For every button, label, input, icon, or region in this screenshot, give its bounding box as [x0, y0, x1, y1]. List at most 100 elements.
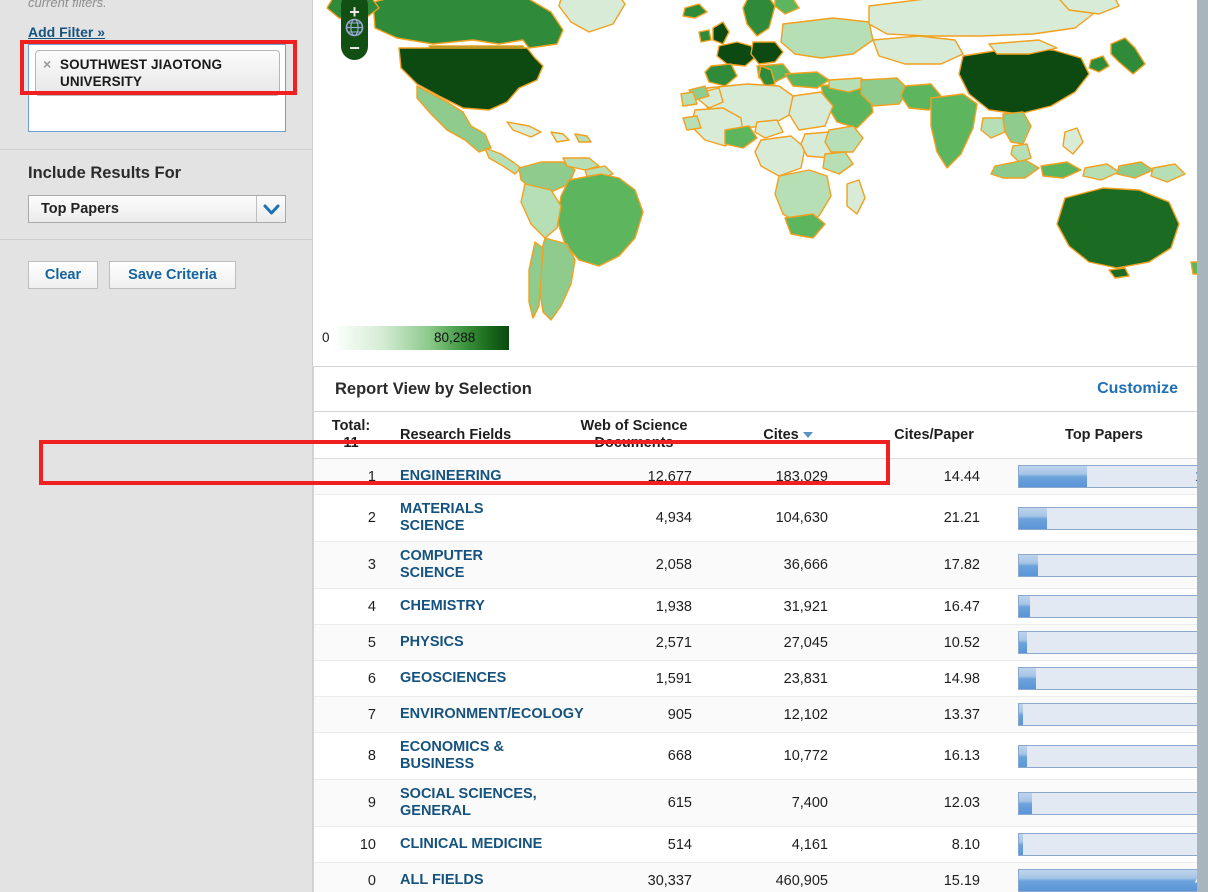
legend-max-label: 80,288 [434, 330, 475, 345]
cell-top-papers: 6 [1010, 697, 1197, 733]
legend-min-label: 0 [322, 330, 330, 345]
research-field-link[interactable]: CHEMISTRY [400, 598, 485, 614]
cell-rank: 3 [314, 542, 388, 589]
research-field-link[interactable]: MATERIALS SCIENCE [400, 501, 484, 534]
globe-icon[interactable] [345, 18, 364, 37]
research-field-link[interactable]: GEOSCIENCES [400, 670, 506, 686]
research-fields-table: Total: 11 Research Fields Web of Science… [314, 412, 1197, 892]
top-papers-bar: 15 [1018, 631, 1197, 654]
clear-button[interactable]: Clear [28, 261, 98, 289]
cell-research-field[interactable]: ENGINEERING [388, 459, 550, 495]
research-field-link[interactable]: ENVIRONMENT/ECOLOGY [400, 706, 584, 722]
cites-label: Cites [763, 427, 798, 443]
cell-top-papers: 27 [1010, 780, 1197, 827]
cell-wos-documents: 2,058 [550, 542, 718, 589]
table-row[interactable]: 7ENVIRONMENT/ECOLOGY90512,10213.376 [314, 697, 1197, 733]
column-header-research-fields[interactable]: Research Fields [388, 412, 550, 459]
close-icon[interactable]: × [43, 57, 51, 71]
save-criteria-button[interactable]: Save Criteria [109, 261, 236, 289]
map-color-legend [333, 326, 509, 350]
top-papers-bar-fill [1019, 704, 1023, 725]
cell-wos-documents: 12,677 [550, 459, 718, 495]
research-field-link[interactable]: ENGINEERING [400, 468, 502, 484]
research-field-link[interactable]: CLINICAL MEDICINE [400, 836, 542, 852]
top-papers-bar: 6 [1018, 703, 1197, 726]
top-papers-bar-fill [1019, 746, 1027, 767]
table-row[interactable]: 5PHYSICS2,57127,04510.5215 [314, 625, 1197, 661]
cell-cites-per-paper: 16.13 [858, 733, 1010, 780]
sort-descending-icon[interactable] [803, 432, 813, 438]
table-row[interactable]: 1ENGINEERING12,677183,02914.44149 [314, 459, 1197, 495]
top-papers-bar: 62 [1018, 507, 1197, 530]
table-row[interactable]: 4CHEMISTRY1,93831,92116.4724 [314, 589, 1197, 625]
cell-research-field[interactable]: COMPUTER SCIENCE [388, 542, 550, 589]
filter-chip-label: SOUTHWEST JIAOTONG UNIVERSITY [60, 57, 222, 89]
wos-docs-line1: Web of Science [581, 418, 688, 434]
table-row[interactable]: 0ALL FIELDS30,337460,90515.19413 [314, 863, 1197, 892]
customize-link[interactable]: Customize [1097, 380, 1178, 398]
top-papers-bar: 9 [1018, 833, 1197, 856]
table-row[interactable]: 2MATERIALS SCIENCE4,934104,63021.2162 [314, 495, 1197, 542]
cell-top-papers: 413 [1010, 863, 1197, 892]
filter-chip-southwest-jiaotong-university[interactable]: × SOUTHWEST JIAOTONG UNIVERSITY [35, 50, 280, 96]
page-scrollbar[interactable] [1197, 0, 1208, 892]
cell-rank: 10 [314, 827, 388, 863]
add-filter-link[interactable]: Add Filter » [28, 24, 105, 40]
zoom-out-icon[interactable]: − [341, 41, 368, 55]
cell-cites-per-paper: 10.52 [858, 625, 1010, 661]
cell-cites-per-paper: 21.21 [858, 495, 1010, 542]
research-field-link[interactable]: ALL FIELDS [400, 872, 484, 888]
cell-research-field[interactable]: MATERIALS SCIENCE [388, 495, 550, 542]
cell-rank: 9 [314, 780, 388, 827]
cell-research-field[interactable]: PHYSICS [388, 625, 550, 661]
include-results-select[interactable]: Top Papers [28, 195, 286, 223]
cell-wos-documents: 668 [550, 733, 718, 780]
top-papers-bar-fill [1019, 596, 1030, 617]
top-papers-bar: 27 [1018, 792, 1197, 815]
world-map-svg[interactable] [313, 0, 1197, 362]
column-header-wos-documents[interactable]: Web of Science Documents [550, 412, 718, 459]
cell-wos-documents: 2,571 [550, 625, 718, 661]
cell-research-field[interactable]: ENVIRONMENT/ECOLOGY [388, 697, 550, 733]
research-field-link[interactable]: PHYSICS [400, 634, 464, 650]
cell-research-field[interactable]: SOCIAL SCIENCES, GENERAL [388, 780, 550, 827]
total-label: Total: [332, 418, 370, 434]
column-header-total: Total: 11 [314, 412, 388, 459]
top-papers-bar-fill [1019, 632, 1027, 653]
research-field-link[interactable]: ECONOMICS & BUSINESS [400, 739, 504, 772]
cell-cites-per-paper: 15.19 [858, 863, 1010, 892]
page-title: Report View by Selection [335, 380, 532, 399]
table-row[interactable]: 10CLINICAL MEDICINE5144,1618.109 [314, 827, 1197, 863]
cell-research-field[interactable]: ALL FIELDS [388, 863, 550, 892]
column-header-top-papers[interactable]: Top Papers [1010, 412, 1197, 459]
cell-cites-per-paper: 14.44 [858, 459, 1010, 495]
chevron-down-icon[interactable] [256, 196, 285, 222]
map-zoom-control[interactable]: + − [341, 0, 368, 60]
cell-cites: 36,666 [718, 542, 858, 589]
table-row[interactable]: 3COMPUTER SCIENCE2,05836,66617.8241 [314, 542, 1197, 589]
cell-research-field[interactable]: CHEMISTRY [388, 589, 550, 625]
top-papers-bar-fill [1019, 668, 1036, 689]
cell-top-papers: 9 [1010, 827, 1197, 863]
table-row[interactable]: 6GEOSCIENCES1,59123,83114.9839 [314, 661, 1197, 697]
filter-sidebar: current filters. Add Filter » × SOUTHWES… [0, 0, 313, 892]
cell-cites: 4,161 [718, 827, 858, 863]
table-row[interactable]: 8ECONOMICS & BUSINESS66810,77216.1316 [314, 733, 1197, 780]
column-header-cites[interactable]: Cites [718, 412, 858, 459]
cell-research-field[interactable]: CLINICAL MEDICINE [388, 827, 550, 863]
cell-research-field[interactable]: GEOSCIENCES [388, 661, 550, 697]
research-field-link[interactable]: SOCIAL SCIENCES, GENERAL [400, 786, 537, 819]
research-field-link[interactable]: COMPUTER SCIENCE [400, 548, 483, 581]
filter-input-box[interactable]: × SOUTHWEST JIAOTONG UNIVERSITY [28, 44, 286, 132]
cell-wos-documents: 30,337 [550, 863, 718, 892]
world-map[interactable]: + − [313, 0, 1197, 365]
cell-research-field[interactable]: ECONOMICS & BUSINESS [388, 733, 550, 780]
table-row[interactable]: 9SOCIAL SCIENCES, GENERAL6157,40012.0327 [314, 780, 1197, 827]
include-results-title: Include Results For [28, 164, 181, 183]
zoom-in-icon[interactable]: + [341, 5, 368, 19]
column-header-cites-per-paper[interactable]: Cites/Paper [858, 412, 1010, 459]
cell-cites-per-paper: 13.37 [858, 697, 1010, 733]
divider [0, 239, 313, 240]
divider [0, 149, 313, 150]
cell-cites: 7,400 [718, 780, 858, 827]
